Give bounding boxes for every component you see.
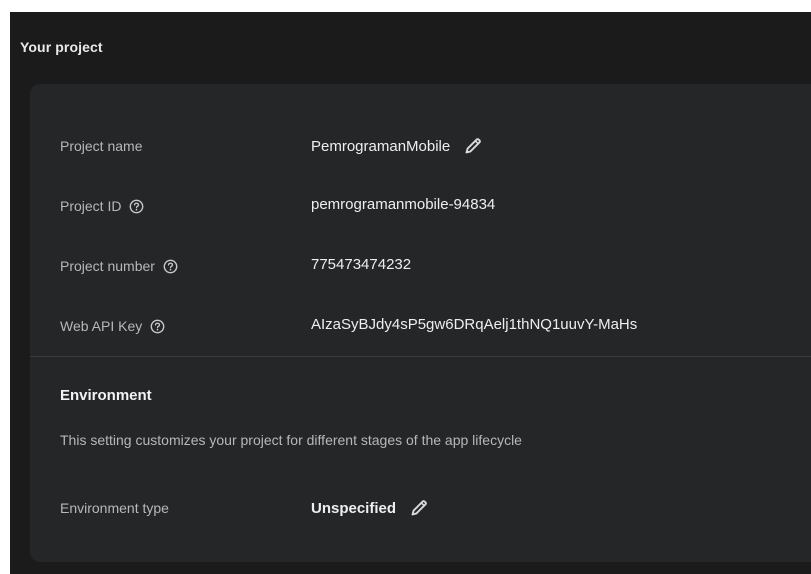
- project-id-row: Project ID pemrogramanmobile-94834: [30, 192, 810, 222]
- pencil-edit-icon[interactable]: [463, 136, 483, 156]
- help-circle-icon[interactable]: [150, 319, 165, 334]
- project-name-row: Project name PemrogramanMobile: [30, 132, 810, 162]
- environment-type-row: Environment type Unspecified: [30, 494, 810, 524]
- environment-type-label: Environment type: [60, 500, 169, 516]
- web-api-key-value: AIzaSyBJdy4sP5gw6DRqAelj1thNQ1uuvY-MaHs: [311, 316, 638, 333]
- project-id-value: pemrogramanmobile-94834: [311, 196, 496, 213]
- project-name-value: PemrogramanMobile: [311, 136, 483, 156]
- section-header: Your project: [10, 12, 811, 84]
- project-name-label: Project name: [60, 138, 143, 154]
- screenshot-frame: Your project Project name PemrogramanMob…: [0, 0, 811, 574]
- help-circle-icon[interactable]: [163, 259, 178, 274]
- environment-title: Environment: [60, 387, 152, 404]
- project-settings-panel: Your project Project name PemrogramanMob…: [10, 12, 811, 574]
- section-divider: [30, 356, 811, 357]
- project-number-label: Project number: [60, 258, 178, 274]
- section-title: Your project: [20, 39, 103, 55]
- help-circle-icon[interactable]: [129, 199, 144, 214]
- pencil-edit-icon[interactable]: [409, 498, 429, 518]
- project-number-row: Project number 775473474232: [30, 252, 810, 282]
- web-api-key-label: Web API Key: [60, 318, 165, 334]
- project-number-value: 775473474232: [311, 256, 412, 273]
- project-id-label: Project ID: [60, 198, 144, 214]
- web-api-key-row: Web API Key AIzaSyBJdy4sP5gw6DRqAelj1thN…: [30, 312, 810, 342]
- environment-type-value: Unspecified: [311, 498, 429, 518]
- environment-description: This setting customizes your project for…: [60, 432, 522, 448]
- project-details-card: Project name PemrogramanMobile Project I…: [30, 84, 811, 562]
